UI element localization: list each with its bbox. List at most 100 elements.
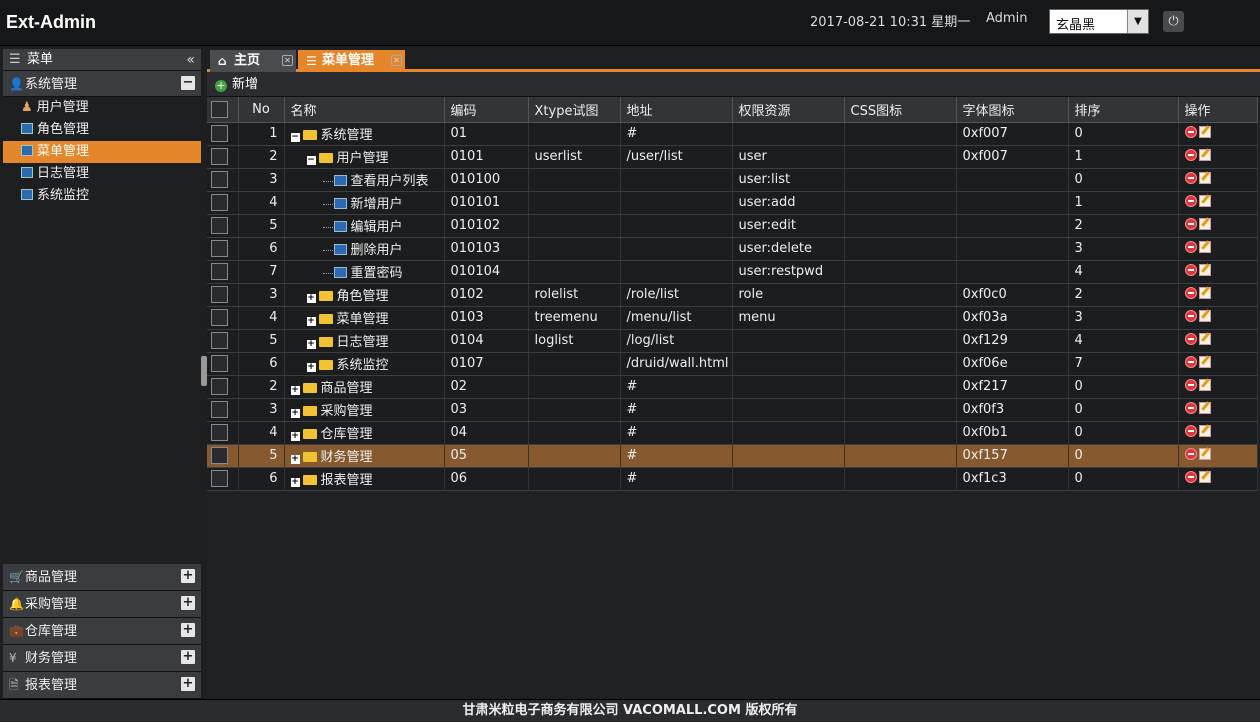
- sidebar-item[interactable]: ♟ 用户管理: [3, 97, 201, 119]
- edit-icon[interactable]: [1198, 402, 1211, 414]
- tree-cell[interactable]: + 系统监控: [284, 352, 445, 376]
- table-row[interactable]: 1− 系统管理 01 #0xf007 0: [207, 122, 1258, 146]
- expand-icon[interactable]: +: [181, 677, 195, 691]
- edit-icon[interactable]: [1198, 172, 1211, 184]
- delete-icon[interactable]: [1184, 448, 1197, 460]
- column-header[interactable]: 操作: [1178, 97, 1258, 123]
- table-row[interactable]: 6 + 系统监控 0107/druid/wall.html 0xf06e 7: [207, 352, 1258, 376]
- edit-icon[interactable]: [1198, 379, 1211, 391]
- tree-cell[interactable]: 查看用户列表: [284, 168, 445, 192]
- delete-icon[interactable]: [1184, 172, 1197, 184]
- expand-node-icon[interactable]: +: [290, 455, 300, 464]
- table-row[interactable]: 5 + 日志管理 0104 loglist/log/list 0xf129 4: [207, 329, 1258, 353]
- edit-icon[interactable]: [1198, 218, 1211, 230]
- tree-cell[interactable]: + 财务管理: [284, 444, 445, 468]
- tab-home[interactable]: ⌂ 主页 ✕: [210, 50, 296, 72]
- edit-icon[interactable]: [1198, 287, 1211, 299]
- delete-icon[interactable]: [1184, 126, 1197, 138]
- tree-cell[interactable]: + 商品管理: [284, 375, 445, 399]
- row-checkbox[interactable]: [207, 444, 239, 468]
- collapse-node-icon[interactable]: −: [306, 156, 316, 165]
- delete-icon[interactable]: [1184, 149, 1197, 161]
- delete-icon[interactable]: [1184, 241, 1197, 253]
- row-checkbox[interactable]: [207, 375, 239, 399]
- sidebar-group[interactable]: 🔔采购管理 +: [3, 591, 201, 618]
- column-header[interactable]: 编码: [444, 97, 529, 123]
- tree-cell[interactable]: + 日志管理: [284, 329, 445, 353]
- edit-icon[interactable]: [1198, 264, 1211, 276]
- row-checkbox[interactable]: [207, 237, 239, 261]
- sidebar-group-system[interactable]: 👤系统管理 −: [3, 71, 201, 97]
- table-row[interactable]: 4 新增用户 010101 user:add 1: [207, 191, 1258, 215]
- edit-icon[interactable]: [1198, 356, 1211, 368]
- table-row[interactable]: 6 + 报表管理 06 #0xf1c3 0: [207, 467, 1258, 491]
- expand-node-icon[interactable]: +: [306, 340, 316, 349]
- edit-icon[interactable]: [1198, 448, 1211, 460]
- column-header[interactable]: 地址: [620, 97, 733, 123]
- select-all-checkbox[interactable]: [207, 97, 239, 123]
- row-checkbox[interactable]: [207, 329, 239, 353]
- delete-icon[interactable]: [1184, 471, 1197, 483]
- delete-icon[interactable]: [1184, 195, 1197, 207]
- power-icon[interactable]: ⏻: [1163, 11, 1184, 32]
- row-checkbox[interactable]: [207, 283, 239, 307]
- user-name[interactable]: Admin: [986, 11, 1027, 26]
- sidebar-group[interactable]: 🗎 报表管理 +: [3, 672, 201, 699]
- expand-node-icon[interactable]: +: [290, 386, 300, 395]
- table-row[interactable]: 3 + 角色管理 0102 rolelist/role/list role 0xf0c0 2: [207, 283, 1258, 307]
- delete-icon[interactable]: [1184, 379, 1197, 391]
- delete-icon[interactable]: [1184, 287, 1197, 299]
- sidebar-item[interactable]: 菜单管理: [3, 141, 201, 163]
- row-checkbox[interactable]: [207, 421, 239, 445]
- collapse-node-icon[interactable]: −: [290, 133, 300, 142]
- delete-icon[interactable]: [1184, 333, 1197, 345]
- edit-icon[interactable]: [1198, 333, 1211, 345]
- minus-icon[interactable]: −: [181, 76, 195, 90]
- table-row[interactable]: 2 − 用户管理 0101 userlist/user/list user 0xf007 1: [207, 145, 1258, 169]
- expand-node-icon[interactable]: +: [290, 478, 300, 487]
- edit-icon[interactable]: [1198, 425, 1211, 437]
- expand-icon[interactable]: +: [181, 596, 195, 610]
- edit-icon[interactable]: [1198, 195, 1211, 207]
- expand-icon[interactable]: +: [181, 623, 195, 637]
- column-header[interactable]: 权限资源: [732, 97, 845, 123]
- close-icon[interactable]: ✕: [282, 55, 293, 66]
- collapse-icon[interactable]: «: [186, 49, 195, 71]
- table-row[interactable]: 5 + 财务管理 05 #0xf157 0: [207, 444, 1258, 468]
- tree-cell[interactable]: + 报表管理: [284, 467, 445, 491]
- table-row[interactable]: 6 删除用户 010103 user:delete 3: [207, 237, 1258, 261]
- row-checkbox[interactable]: [207, 214, 239, 238]
- edit-icon[interactable]: [1198, 241, 1211, 253]
- row-checkbox[interactable]: [207, 122, 239, 146]
- column-header[interactable]: 字体图标: [956, 97, 1069, 123]
- table-row[interactable]: 3 + 采购管理 03 #0xf0f3 0: [207, 398, 1258, 422]
- table-row[interactable]: 2 + 商品管理 02 #0xf217 0: [207, 375, 1258, 399]
- table-row[interactable]: 4 + 仓库管理 04 #0xf0b1 0: [207, 421, 1258, 445]
- tree-cell[interactable]: + 角色管理: [284, 283, 445, 307]
- row-checkbox[interactable]: [207, 398, 239, 422]
- edit-icon[interactable]: [1198, 149, 1211, 161]
- column-header[interactable]: 排序: [1068, 97, 1179, 123]
- theme-select[interactable]: 玄晶黑 ▼: [1049, 9, 1149, 34]
- row-checkbox[interactable]: [207, 260, 239, 284]
- sidebar-group[interactable]: 💼仓库管理 +: [3, 618, 201, 645]
- sidebar-group[interactable]: ¥ 财务管理 +: [3, 645, 201, 672]
- row-checkbox[interactable]: [207, 306, 239, 330]
- delete-icon[interactable]: [1184, 425, 1197, 437]
- delete-icon[interactable]: [1184, 402, 1197, 414]
- tree-cell[interactable]: − 系统管理: [284, 122, 445, 146]
- tree-cell[interactable]: + 仓库管理: [284, 421, 445, 445]
- delete-icon[interactable]: [1184, 356, 1197, 368]
- column-header[interactable]: CSS图标: [844, 97, 957, 123]
- chevron-down-icon[interactable]: ▼: [1127, 10, 1148, 33]
- sidebar-item[interactable]: 角色管理: [3, 119, 201, 141]
- tree-cell[interactable]: 重置密码: [284, 260, 445, 284]
- tree-cell[interactable]: − 用户管理: [284, 145, 445, 169]
- close-icon[interactable]: ✕: [391, 55, 402, 66]
- expand-node-icon[interactable]: +: [290, 409, 300, 418]
- sidebar-group[interactable]: 🛒商品管理 +: [3, 564, 201, 591]
- expand-icon[interactable]: +: [181, 569, 195, 583]
- tab-menu-management[interactable]: ☰ 菜单管理 ✕: [298, 50, 405, 72]
- edit-icon[interactable]: [1198, 471, 1211, 483]
- row-checkbox[interactable]: [207, 352, 239, 376]
